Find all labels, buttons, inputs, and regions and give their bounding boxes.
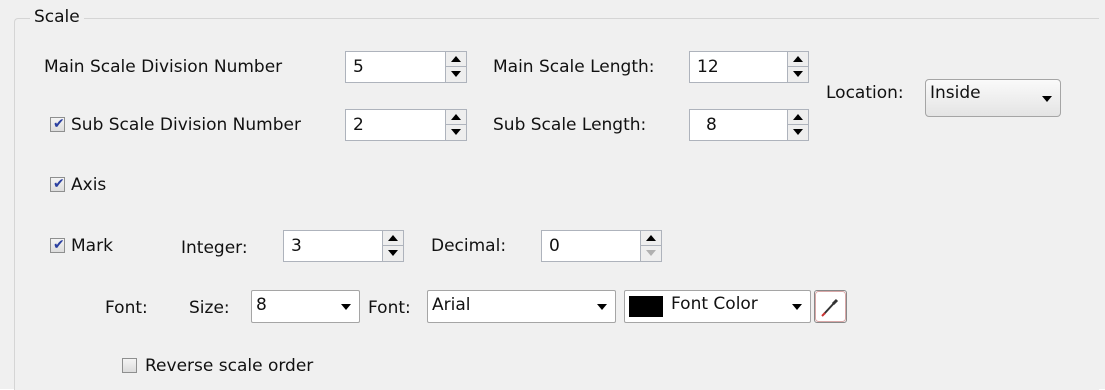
sub-length-value: 8 xyxy=(706,115,717,135)
integer-up-button[interactable] xyxy=(383,231,403,246)
location-value: Inside xyxy=(930,83,981,103)
font-color-label: Font Color xyxy=(671,294,758,314)
color-swatch xyxy=(629,296,663,317)
arrow-up-icon xyxy=(793,56,803,62)
size-select[interactable]: 8 xyxy=(251,290,360,323)
chevron-down-icon xyxy=(792,304,802,310)
main-length-spinbox[interactable]: 12 xyxy=(689,51,809,83)
font-section-label: Font: xyxy=(105,298,148,318)
size-value: 8 xyxy=(256,295,267,315)
size-label: Size: xyxy=(189,298,230,318)
decimal-up-button[interactable] xyxy=(641,231,661,246)
sub-length-up-button[interactable] xyxy=(788,110,808,125)
axis-label: Axis xyxy=(71,175,107,195)
sub-length-down-button[interactable] xyxy=(788,125,808,140)
eyedropper-icon xyxy=(815,291,846,322)
checkmark-icon: ✔ xyxy=(53,176,65,192)
main-division-label: Main Scale Division Number xyxy=(44,57,283,77)
scale-group-title: Scale xyxy=(30,6,84,28)
sub-division-up-button[interactable] xyxy=(446,110,466,125)
arrow-down-icon xyxy=(793,129,803,135)
main-length-up-button[interactable] xyxy=(788,52,808,67)
font-value: Arial xyxy=(432,295,471,315)
font-label: Font: xyxy=(368,298,411,318)
arrow-up-icon xyxy=(388,235,398,241)
main-division-value: 5 xyxy=(353,57,364,77)
location-label: Location: xyxy=(826,83,904,103)
arrow-down-icon xyxy=(451,129,461,135)
location-select[interactable]: Inside xyxy=(925,79,1061,117)
sub-division-checkbox[interactable]: ✔ xyxy=(50,116,65,132)
arrow-down-icon xyxy=(388,250,398,256)
reverse-scale-label: Reverse scale order xyxy=(145,356,314,376)
chevron-down-icon xyxy=(1042,96,1052,102)
arrow-up-icon xyxy=(793,114,803,120)
integer-label: Integer: xyxy=(181,238,248,258)
decimal-down-button xyxy=(641,246,661,261)
arrow-down-icon xyxy=(451,71,461,77)
checkmark-icon: ✔ xyxy=(53,237,65,253)
sub-division-value: 2 xyxy=(353,115,364,135)
mark-checkbox[interactable]: ✔ xyxy=(50,237,65,253)
sub-length-label: Sub Scale Length: xyxy=(493,115,647,135)
decimal-value: 0 xyxy=(549,236,560,256)
integer-spinbox[interactable]: 3 xyxy=(283,230,404,262)
integer-down-button[interactable] xyxy=(383,246,403,261)
arrow-up-icon xyxy=(451,56,461,62)
reverse-scale-checkbox[interactable] xyxy=(122,358,137,373)
sub-division-down-button[interactable] xyxy=(446,125,466,140)
sub-division-label: Sub Scale Division Number xyxy=(71,115,301,135)
arrow-down-icon xyxy=(793,71,803,77)
main-division-up-button[interactable] xyxy=(446,52,466,67)
main-length-label: Main Scale Length: xyxy=(493,57,655,77)
main-division-down-button[interactable] xyxy=(446,67,466,82)
sub-division-spinbox[interactable]: 2 xyxy=(345,109,467,141)
decimal-spinbox[interactable]: 0 xyxy=(541,230,662,262)
axis-checkbox[interactable]: ✔ xyxy=(50,176,65,192)
sub-length-spinbox[interactable]: 8 xyxy=(689,109,809,141)
color-picker-button[interactable] xyxy=(814,290,847,323)
main-division-spinbox[interactable]: 5 xyxy=(345,51,467,83)
main-length-down-button[interactable] xyxy=(788,67,808,82)
checkmark-icon: ✔ xyxy=(53,116,65,132)
decimal-label: Decimal: xyxy=(431,236,507,256)
chevron-down-icon xyxy=(341,304,351,310)
chevron-down-icon xyxy=(597,304,607,310)
font-color-select[interactable]: Font Color xyxy=(624,290,811,323)
arrow-up-icon xyxy=(646,235,656,241)
arrow-down-icon xyxy=(646,250,656,256)
integer-value: 3 xyxy=(291,236,302,256)
mark-label: Mark xyxy=(71,236,113,256)
arrow-up-icon xyxy=(451,114,461,120)
main-length-value: 12 xyxy=(697,57,719,77)
font-select[interactable]: Arial xyxy=(427,290,616,323)
